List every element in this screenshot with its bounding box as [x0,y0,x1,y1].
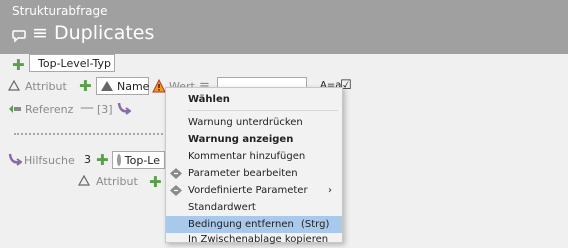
menu-item-label: Bedingung entfernen [188,219,294,230]
attribute-label: Attribut [25,80,67,93]
menu-item-label: Standardwert [188,202,256,213]
menu-item-label: Parameter bearbeiten [188,168,298,179]
query-title: ≡ Duplicates [32,22,155,44]
menu-item-show-warning[interactable]: Warnung anzeigen [166,131,342,148]
triangle-icon [101,81,113,91]
menu-item-default-value[interactable]: Standardwert [166,199,342,216]
menu-item-label: Kommentar hinzufügen [188,151,306,162]
helper-type-label: Top-Le [124,153,160,167]
add-icon[interactable]: ✚ [149,175,162,190]
menu-item-edit-parameter[interactable]: Parameter bearbeiten [166,165,342,182]
context-menu: Wählen Warnung unterdrücken Warnung anze… [165,87,343,245]
speech-bubble-icon [12,30,26,43]
warning-icon[interactable] [152,78,166,96]
menu-item-shortcut: (Strg) [301,219,330,230]
add-icon[interactable]: ✚ [79,79,92,94]
query-header: Strukturabfrage ≡ Duplicates [0,0,568,54]
link-icon[interactable] [117,101,132,118]
reference-icon [8,103,22,118]
parameter-icon [170,168,182,179]
menu-item-label: Vordefinierte Parameter [188,185,308,196]
menu-item-suppress-warning[interactable]: Warnung unterdrücken [166,114,342,131]
top-level-type-label: Top-Level-Typ [38,56,112,70]
menu-item-predefined-parameters[interactable]: Vordefinierte Parameter › [166,182,342,199]
attribute-label: Attribut [96,175,138,188]
menu-header: Wählen [166,91,342,108]
attribute-name-box[interactable]: Name [96,77,149,95]
add-icon[interactable]: ✚ [12,58,25,73]
query-subtitle: Strukturabfrage [12,4,108,18]
attribute-name-value: Name [117,79,150,93]
helper-type-box[interactable]: Top-Le [112,151,165,169]
menu-item-label: In Zwischenablage kopieren [188,234,329,245]
menu-item-label: Warnung unterdrücken [188,117,303,128]
cardinality: [3] [97,103,113,116]
parameter-icon [170,185,182,196]
helper-search-label: Hilfsuche [24,154,75,167]
type-dot-icon [117,154,121,166]
menu-header-label: Wählen [188,94,230,105]
link-icon [8,152,23,169]
menu-separator [188,110,338,111]
triangle-outline-icon [7,79,21,94]
minus-icon[interactable]: — [80,100,94,116]
helper-count: 3 [84,153,91,166]
menu-item-add-comment[interactable]: Kommentar hinzufügen [166,148,342,165]
menu-item-copy-to-clipboard[interactable]: In Zwischenablage kopieren [166,231,342,248]
reference-label: Referenz [25,103,74,116]
triangle-outline-icon [77,174,91,189]
menu-item-label: Warnung anzeigen [188,134,294,145]
add-icon[interactable]: ✚ [96,153,109,168]
submenu-arrow-icon: › [328,185,332,196]
top-level-type-box[interactable]: Top-Level-Typ [29,54,115,72]
